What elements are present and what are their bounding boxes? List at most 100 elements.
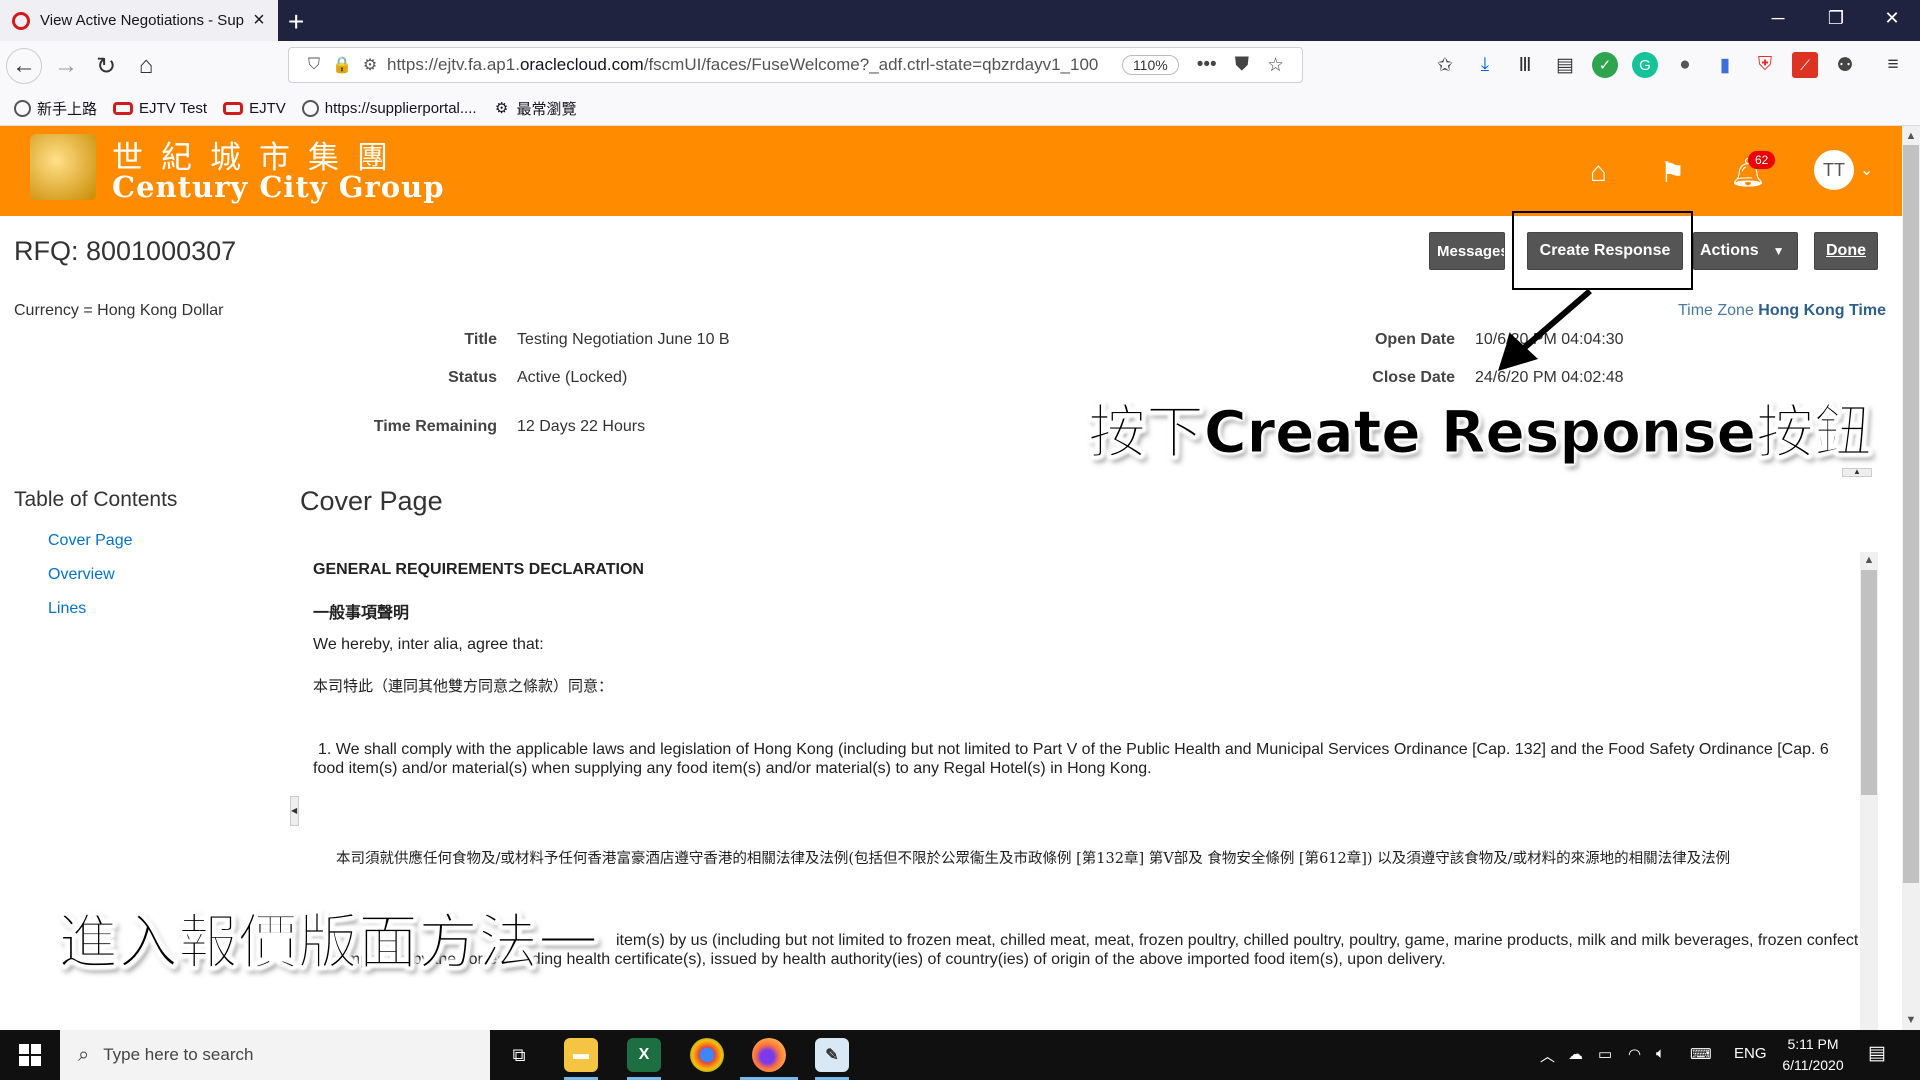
bookmark-item[interactable]: EJTV Test <box>113 100 207 117</box>
hamburger-menu-icon[interactable]: ≡ <box>1880 52 1906 78</box>
callout-caption: 按下Create Response按鈕 <box>1088 398 1873 467</box>
bookmark-item[interactable]: 新手上路 <box>14 98 97 119</box>
paint-icon[interactable]: ✎ <box>815 1038 849 1072</box>
timezone-label: Time Zone Hong Kong Time <box>1677 302 1886 319</box>
bookmark-item[interactable]: EJTV <box>223 100 286 117</box>
page-scroll-down-icon[interactable]: ▼ <box>1902 1014 1920 1026</box>
collapse-toc-toggle[interactable]: ◀ <box>290 796 299 826</box>
home-icon[interactable]: ⌂ <box>1590 156 1607 188</box>
zoom-level-badge[interactable]: 110% <box>1121 55 1179 75</box>
cloud-icon[interactable]: ☁ <box>1568 1045 1583 1063</box>
company-name-english: Century City Group <box>112 170 445 204</box>
wifi-icon[interactable]: ◠ <box>1628 1045 1641 1063</box>
page-scroll-up-icon[interactable]: ▲ <box>1902 130 1920 142</box>
bookmark-item[interactable]: https://supplierportal.... <box>301 99 477 117</box>
chrome-icon[interactable] <box>690 1038 724 1072</box>
currency-label: Currency = Hong Kong Dollar <box>14 302 224 319</box>
chevron-down-icon[interactable]: ⌄ <box>1860 160 1873 180</box>
open-date-label: Open Date <box>1374 331 1455 348</box>
download-icon[interactable]: ⤓ <box>1472 52 1498 78</box>
tab-title: View Active Negotiations - Sup <box>40 12 245 29</box>
forward-arrow-icon[interactable]: → <box>48 48 84 84</box>
toc-link-cover-page[interactable]: Cover Page <box>48 532 133 550</box>
collapse-header-toggle[interactable]: ▲ <box>1842 468 1872 477</box>
content-scrollbar-thumb[interactable] <box>1861 570 1877 795</box>
account-icon[interactable]: ● <box>1672 52 1698 78</box>
agree-text: We hereby, inter alia, agree that: <box>313 636 544 653</box>
volume-icon[interactable]: 🔈︎ <box>1656 1045 1665 1062</box>
check-extension-icon[interactable]: ✓ <box>1592 52 1618 78</box>
item2-text-line1: item(s) by us (including but not limited… <box>616 932 1858 949</box>
grammarly-icon[interactable]: G <box>1632 52 1658 78</box>
close-window-button[interactable]: ✕ <box>1872 8 1912 29</box>
back-arrow-icon[interactable]: ← <box>6 48 42 84</box>
bookmark-item[interactable]: ⚙ 最常瀏覽 <box>493 98 577 119</box>
cover-page-title: Cover Page <box>300 486 443 516</box>
page-scrollbar-thumb[interactable] <box>1903 145 1919 883</box>
page-actions-menu-icon[interactable]: ••• <box>1197 54 1217 76</box>
oracle-favicon-icon <box>12 11 30 30</box>
taskbar-search[interactable]: ⌕ Type here to search <box>60 1030 490 1080</box>
permissions-icon[interactable]: ⚙ <box>359 55 381 75</box>
globe-icon <box>14 99 31 117</box>
system-clock[interactable]: 5:11 PM 6/11/2020 <box>1782 1034 1844 1076</box>
flag-icon[interactable]: ⚑ <box>1660 156 1685 189</box>
minimize-window-button[interactable]: ─ <box>1758 8 1798 29</box>
windows-logo-icon <box>19 1044 41 1066</box>
bookmark-star-icon[interactable]: ☆ <box>1267 54 1284 77</box>
browser-tab-active[interactable]: View Active Negotiations - Sup × <box>0 0 278 41</box>
input-language[interactable]: ENG <box>1734 1045 1767 1062</box>
pdf-extension-icon[interactable]: ⟋ <box>1792 52 1818 78</box>
page-title: RFQ: 8001000307 <box>14 236 237 266</box>
restore-window-button[interactable]: ❐ <box>1816 8 1856 29</box>
toc-title: Table of Contents <box>14 488 178 511</box>
oracle-icon <box>113 101 134 115</box>
scroll-up-icon[interactable]: ▲ <box>1860 554 1878 566</box>
actions-menu-button[interactable]: Actions ▼ <box>1693 232 1798 270</box>
windows-start-icon[interactable] <box>0 1030 60 1080</box>
address-bar[interactable]: ⛉ 🔒 ⚙ https://ejtv.fa.ap1.oraclecloud.co… <box>288 47 1303 83</box>
toc-link-overview[interactable]: Overview <box>48 566 115 584</box>
excel-icon[interactable]: X <box>627 1038 661 1072</box>
item1-text-line2: food item(s) and/or material(s) when sup… <box>313 760 1152 777</box>
user-avatar[interactable]: TT <box>1814 150 1854 190</box>
bookmark-extension-icon[interactable]: ▮ <box>1712 52 1738 78</box>
library-icon[interactable]: Ⅲ <box>1512 52 1538 78</box>
toc-link-lines[interactable]: Lines <box>48 600 86 618</box>
browser-nav-bar: ← → ↻ ⌂ ⛉ 🔒 ⚙ https://ejtv.fa.ap1.oracle… <box>0 41 1920 91</box>
action-center-icon[interactable]: ▤ <box>1868 1042 1886 1065</box>
messages-button[interactable]: Messages <box>1429 232 1505 270</box>
lock-icon[interactable]: 🔒 <box>331 55 353 75</box>
close-tab-icon[interactable]: × <box>248 9 270 32</box>
shield-extension-icon[interactable]: ⛨ <box>1752 52 1778 78</box>
shield-icon[interactable]: ⛉ <box>303 56 325 74</box>
method-caption: 進入報價版面方法一 <box>58 908 599 979</box>
file-explorer-icon[interactable]: ▬ <box>564 1038 598 1072</box>
oracle-icon <box>223 101 244 115</box>
task-view-icon[interactable]: ⧉ <box>502 1038 536 1072</box>
show-hidden-icons-chevron-icon[interactable]: ︿ <box>1540 1045 1555 1066</box>
browser-tab-bar: View Active Negotiations - Sup × + ─ ❐ ✕ <box>0 0 1920 41</box>
keyboard-icon[interactable]: ⌨ <box>1690 1045 1712 1063</box>
new-tab-button[interactable]: + <box>288 6 304 38</box>
notification-count-badge: 62 <box>1748 151 1776 169</box>
item1-text-line1: 1. We shall comply with the applicable l… <box>318 741 1829 758</box>
status-value: Active (Locked) <box>517 369 628 386</box>
reload-icon[interactable]: ↻ <box>88 48 124 84</box>
reading-list-icon[interactable]: ✩ <box>1432 52 1458 78</box>
globe-icon <box>301 99 319 117</box>
title-label: Title <box>464 331 497 348</box>
battery-icon[interactable]: ▭ <box>1598 1045 1612 1063</box>
caret-down-icon: ▼ <box>1772 244 1785 258</box>
windows-taskbar: ⌕ Type here to search ⧉ ▬ X ✎ ︿ ☁ ▭ ◠ 🔈︎… <box>0 1030 1920 1080</box>
clock-time: 5:11 PM <box>1787 1036 1839 1052</box>
app-header: 世紀城市集團 Century City Group ⌂ ⚑ 🔔︎ 62 TT ⌄ <box>0 126 1902 216</box>
extensions-icon[interactable]: ⚉ <box>1832 52 1858 78</box>
sidebar-icon[interactable]: ▤ <box>1552 52 1578 78</box>
done-button[interactable]: Done <box>1814 232 1878 270</box>
gear-icon: ⚙ <box>494 100 509 117</box>
firefox-icon[interactable] <box>752 1038 786 1072</box>
home-icon[interactable]: ⌂ <box>128 48 164 84</box>
pocket-icon[interactable]: ⛊ <box>1235 54 1249 76</box>
url-text[interactable]: https://ejtv.fa.ap1.oraclecloud.com/fscm… <box>387 55 1122 75</box>
